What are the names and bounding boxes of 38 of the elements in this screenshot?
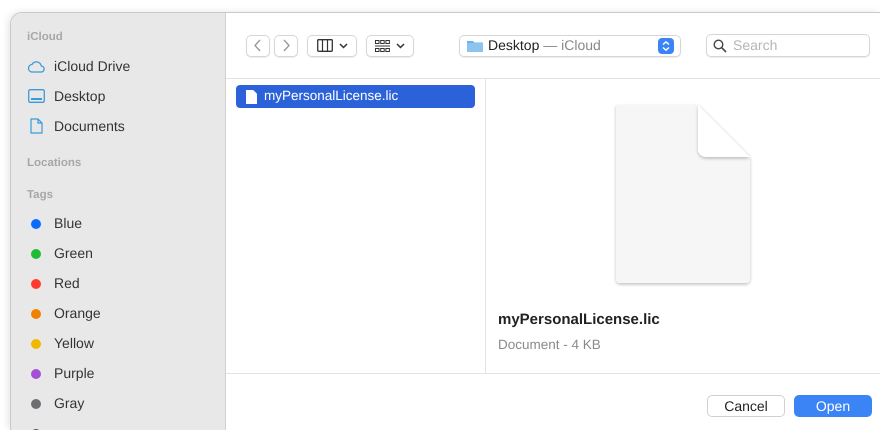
- columns-icon: [316, 39, 332, 52]
- location-dropdown[interactable]: Desktop — iCloud: [459, 34, 681, 56]
- caret-icon: [338, 42, 348, 48]
- file-row[interactable]: myPersonalLicense.lic: [236, 85, 475, 108]
- sidebar-item[interactable]: Orange: [27, 298, 225, 329]
- group-button[interactable]: [366, 34, 414, 56]
- search-icon: [713, 38, 727, 52]
- back-button[interactable]: [246, 34, 270, 56]
- file-details: Document - 4 KB: [498, 336, 602, 354]
- location-label: Desktop — iCloud: [488, 36, 601, 55]
- section-heading: iCloud: [27, 30, 64, 45]
- sidebar-item[interactable]: Blue: [27, 208, 225, 239]
- sidebar-item[interactable]: Desktop: [27, 81, 225, 112]
- search-field[interactable]: Search: [706, 34, 870, 57]
- sidebar-item[interactable]: Documents: [27, 111, 225, 142]
- stepper-icon: [658, 38, 674, 54]
- document-icon: [246, 90, 257, 104]
- sidebar-item[interactable]: iCloud Drive: [27, 51, 225, 82]
- desktop-icon: [28, 89, 44, 104]
- chevron-right-icon: [282, 39, 290, 52]
- section-heading: Locations: [27, 156, 82, 172]
- sidebar-item[interactable]: Gray: [27, 388, 225, 419]
- open-button[interactable]: Open: [794, 395, 872, 417]
- cloud-icon: [27, 60, 45, 73]
- view-mode-button[interactable]: [307, 34, 357, 56]
- document-icon: [30, 118, 42, 134]
- caret-icon: [396, 42, 405, 48]
- folder-icon: [466, 38, 484, 52]
- file-name: myPersonalLicense.lic: [498, 310, 661, 330]
- sidebar-item[interactable]: Red: [27, 268, 225, 299]
- grid-icon: [375, 40, 390, 52]
- cancel-button[interactable]: Cancel: [707, 395, 785, 417]
- chevron-left-icon: [254, 39, 262, 52]
- sidebar-item[interactable]: Yellow: [27, 328, 225, 359]
- sidebar-item[interactable]: Green: [27, 238, 225, 269]
- sidebar-item[interactable]: Purple: [27, 358, 225, 389]
- forward-button[interactable]: [274, 34, 298, 56]
- section-heading: Tags: [27, 188, 54, 202]
